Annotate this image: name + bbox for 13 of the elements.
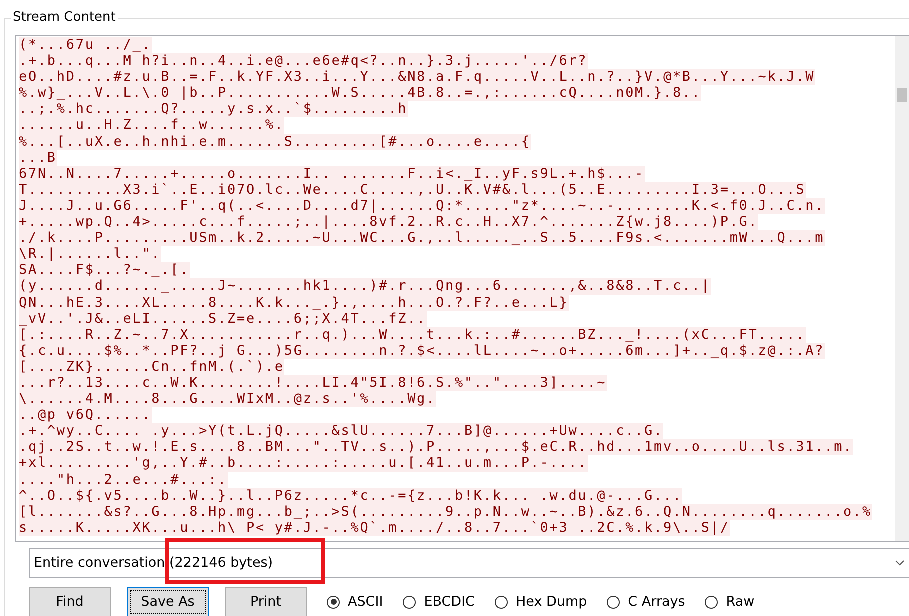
radio-option[interactable]: Raw (705, 594, 755, 610)
stream-text-area[interactable] (15, 35, 909, 542)
dropdown-value: Entire conversation (222146 bytes) (33, 555, 274, 571)
radio-option[interactable]: EBCDIC (403, 594, 475, 610)
dialog-button[interactable]: Save As (127, 587, 209, 616)
scrollbar[interactable] (895, 36, 909, 541)
radio-option[interactable]: ASCII (327, 594, 384, 610)
dialog-button[interactable]: Print (225, 587, 307, 616)
chevron-down-icon (895, 560, 905, 566)
dialog-button[interactable]: Find (29, 587, 111, 616)
radio-option[interactable]: Hex Dump (495, 594, 588, 610)
conversation-dropdown[interactable]: Entire conversation (222146 bytes) (29, 548, 909, 578)
radio-option[interactable]: C Arrays (607, 594, 686, 610)
